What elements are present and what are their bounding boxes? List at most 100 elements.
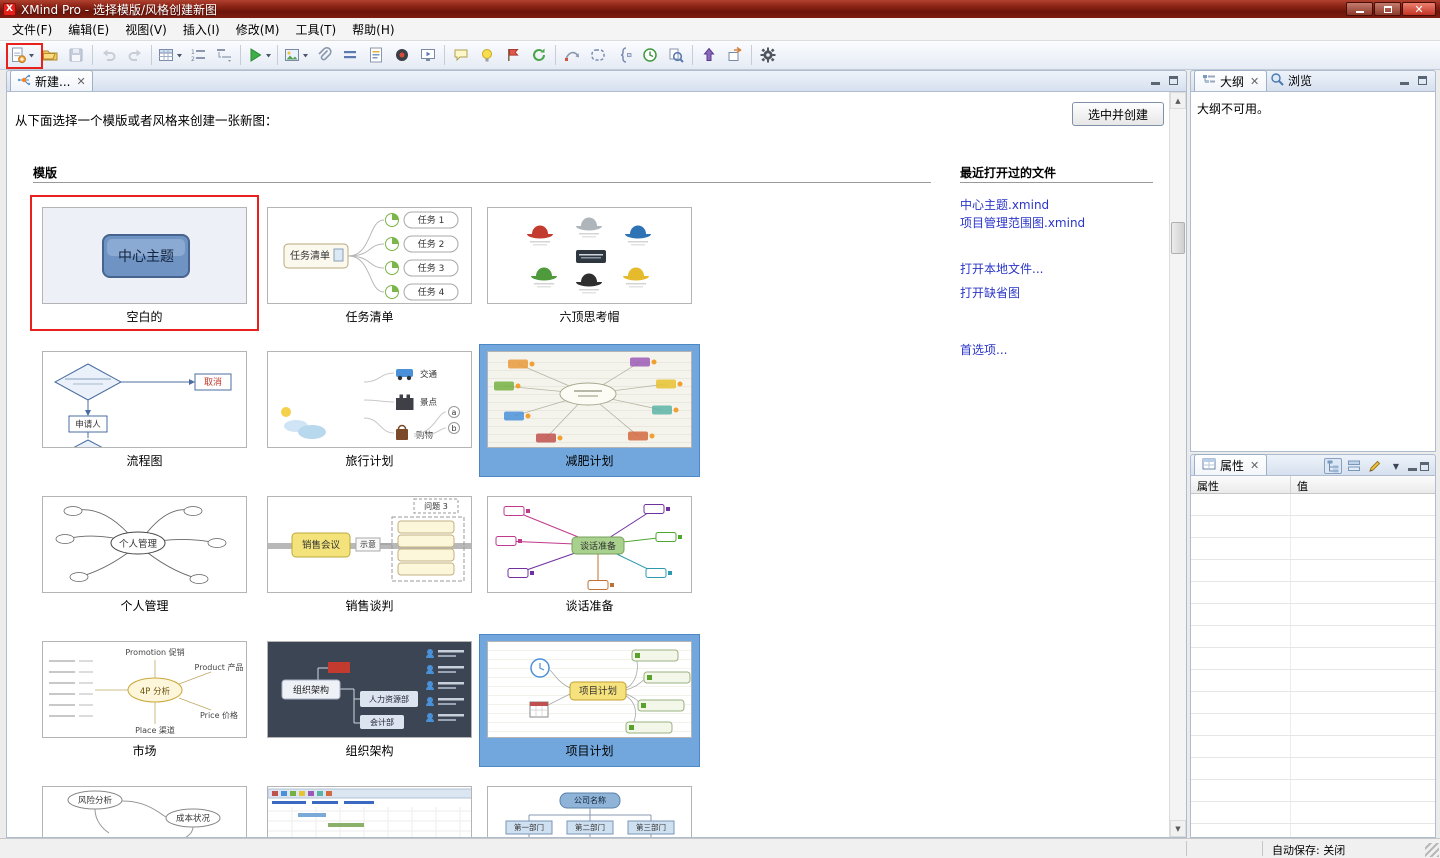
template-thumbnail-project[interactable]: 项目计划 (487, 641, 692, 738)
template-risk[interactable]: 风险分析 成本状况 (35, 780, 254, 837)
property-row[interactable] (1191, 516, 1435, 538)
template-talk[interactable]: 谈话准备 谈话准备 (480, 490, 699, 621)
open-default-map-link[interactable]: 打开缺省图 (960, 284, 1020, 301)
insert-sheet-button[interactable] (155, 43, 185, 67)
template-blank[interactable]: 中心主题 空白的 (35, 201, 254, 332)
property-row[interactable] (1191, 736, 1435, 758)
edit-value-icon[interactable] (1366, 458, 1384, 474)
property-row[interactable] (1191, 538, 1435, 560)
chevron-down-icon[interactable]: ▼ (1387, 458, 1405, 474)
property-row[interactable] (1191, 824, 1435, 837)
property-row[interactable] (1191, 494, 1435, 516)
relationship-button[interactable] (559, 43, 585, 67)
properties-tab-close-icon[interactable]: ✕ (1250, 459, 1259, 472)
audio-record-button[interactable] (389, 43, 415, 67)
outline-maximize-icon[interactable] (1418, 75, 1427, 85)
properties-minimize-icon[interactable] (1408, 468, 1417, 471)
boundary-button[interactable] (585, 43, 611, 67)
tab-properties[interactable]: 属性 ✕ (1194, 454, 1268, 475)
tab-new-workbook[interactable]: 新建... ✕ (10, 70, 93, 91)
outline-minimize-icon[interactable] (1400, 82, 1409, 85)
find-document-button[interactable] (663, 43, 689, 67)
start-presentation-button[interactable] (244, 43, 274, 67)
template-gantt[interactable] (260, 780, 479, 837)
template-diet[interactable]: 减肥计划 (479, 344, 700, 477)
recent-file-link-2[interactable]: 项目管理范围图.xmind (960, 214, 1085, 231)
property-row[interactable] (1191, 670, 1435, 692)
properties-maximize-icon[interactable] (1420, 461, 1429, 471)
template-thumbnail-gantt[interactable] (267, 786, 472, 837)
preferences-link[interactable]: 首选项... (960, 341, 1007, 358)
recent-file-link-1[interactable]: 中心主题.xmind (960, 196, 1049, 213)
template-thumbnail-risk[interactable]: 风险分析 成本状况 (42, 786, 247, 837)
new-document-button[interactable] (7, 43, 37, 67)
property-row[interactable] (1191, 692, 1435, 714)
menu-item-4[interactable]: 插入(I) (175, 18, 228, 41)
value-column-header[interactable]: 值 (1291, 476, 1435, 493)
template-thumbnail-talk[interactable]: 谈话准备 (487, 496, 692, 593)
template-thumbnail-market[interactable]: 4P 分析 Promotion 促销 Product 产品 Price 价格 Place… (42, 641, 247, 738)
scroll-down-arrow[interactable]: ▼ (1170, 820, 1186, 837)
window-maximize-button[interactable] (1374, 2, 1401, 16)
comment-button[interactable] (448, 43, 474, 67)
template-thumbnail-sales[interactable]: 销售会议 示意 问题 3 (267, 496, 472, 593)
scrollbar-thumb[interactable] (1171, 222, 1185, 254)
template-thumbnail-org[interactable]: 组织架构 人力资源部 会计部 (267, 641, 472, 738)
template-thumbnail-blank[interactable]: 中心主题 (42, 207, 247, 304)
settings-gear-button[interactable] (755, 43, 781, 67)
undo-button[interactable] (96, 43, 122, 67)
template-thumbnail-company[interactable]: 公司名称 第一部门 第二部门 第三部门 (487, 786, 692, 837)
insert-summary-lines-button[interactable] (337, 43, 363, 67)
property-column-header[interactable]: 属性 (1191, 476, 1291, 493)
window-close-button[interactable]: ✕ (1402, 2, 1436, 16)
template-travel[interactable]: 交通 景点 购物 a b 旅行计划 (260, 345, 479, 476)
insert-image-button[interactable] (281, 43, 311, 67)
property-row[interactable] (1191, 560, 1435, 582)
property-row[interactable] (1191, 582, 1435, 604)
numbered-list-button[interactable]: 12 (185, 43, 211, 67)
template-org[interactable]: 组织架构 人力资源部 会计部 组织架构 (260, 635, 479, 766)
idea-bulb-button[interactable] (474, 43, 500, 67)
template-market[interactable]: 4P 分析 Promotion 促销 Product 产品 Price 价格 Place… (35, 635, 254, 766)
template-company[interactable]: 公司名称 第一部门 第二部门 第三部门 (480, 780, 699, 837)
window-minimize-button[interactable] (1346, 2, 1373, 16)
open-folder-button[interactable] (37, 43, 63, 67)
attachment-button[interactable] (311, 43, 337, 67)
template-thumbnail-travel[interactable]: 交通 景点 购物 a b (267, 351, 472, 448)
refresh-green-button[interactable] (526, 43, 552, 67)
open-local-file-link[interactable]: 打开本地文件... (960, 260, 1043, 277)
tab-outline[interactable]: 大纲 ✕ (1194, 70, 1268, 91)
property-row[interactable] (1191, 626, 1435, 648)
menu-item-3[interactable]: 视图(V) (117, 18, 175, 41)
editor-maximize-icon[interactable] (1169, 75, 1178, 85)
template-thumbnail-personal[interactable]: 个人管理 (42, 496, 247, 593)
tab-browse[interactable]: 浏览 (1263, 70, 1319, 91)
property-row[interactable] (1191, 648, 1435, 670)
tree-view-icon[interactable] (1324, 458, 1342, 474)
template-personal[interactable]: 个人管理 个人管理 (35, 490, 254, 621)
template-six-hats[interactable]: 六顶思考帽 (480, 201, 699, 332)
template-sales[interactable]: 销售会议 示意 问题 3 销售谈判 (260, 490, 479, 621)
property-row[interactable] (1191, 802, 1435, 824)
editor-minimize-icon[interactable] (1151, 82, 1160, 85)
property-row[interactable] (1191, 758, 1435, 780)
property-row[interactable] (1191, 780, 1435, 802)
menu-item-5[interactable]: 修改(M) (228, 18, 288, 41)
resize-grip[interactable] (1425, 843, 1439, 857)
menu-item-1[interactable]: 文件(F) (4, 18, 60, 41)
export-button[interactable] (722, 43, 748, 67)
slideshow-button[interactable] (415, 43, 441, 67)
summary-brace-button[interactable] (611, 43, 637, 67)
template-thumbnail-diet[interactable] (487, 351, 692, 448)
template-project[interactable]: 项目计划 项目计划 (479, 634, 700, 767)
outline-tab-close-icon[interactable]: ✕ (1250, 75, 1259, 88)
category-view-icon[interactable] (1345, 458, 1363, 474)
property-row[interactable] (1191, 604, 1435, 626)
vertical-scrollbar[interactable]: ▲ ▼ (1169, 92, 1186, 837)
template-task-list[interactable]: 任务清单 任务 1 任务 2 任务 3 任务 4 任务清单 (260, 201, 479, 332)
property-row[interactable] (1191, 714, 1435, 736)
menu-item-2[interactable]: 编辑(E) (60, 18, 117, 41)
redo-button[interactable] (122, 43, 148, 67)
share-upload-button[interactable] (696, 43, 722, 67)
template-thumbnail-flowchart[interactable]: 取消 申请人 (42, 351, 247, 448)
